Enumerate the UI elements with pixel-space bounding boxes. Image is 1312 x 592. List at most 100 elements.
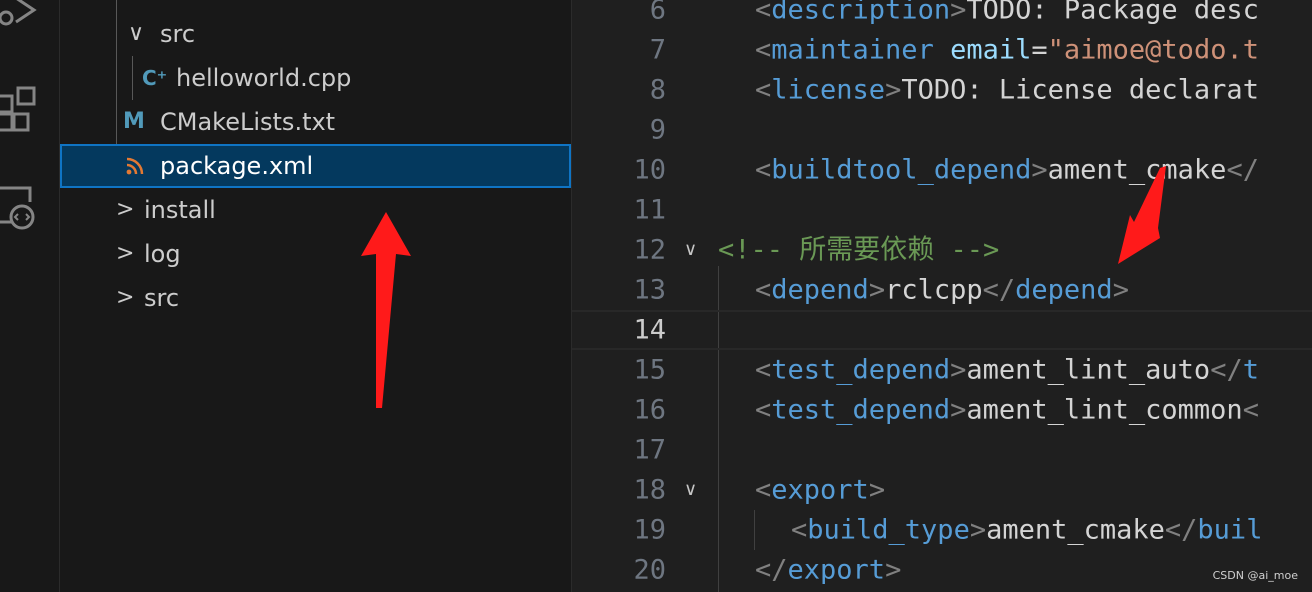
tree-item-package-xml[interactable]: package.xml <box>60 144 571 188</box>
tree-item-label: package.xml <box>160 152 314 180</box>
line-number: 7 <box>649 34 666 66</box>
code-line-6[interactable]: 6 <description>TODO: Package desc <box>572 0 1312 30</box>
code-line-16[interactable]: 16 <test_depend>ament_lint_common< <box>572 390 1312 430</box>
fold-chevron-icon[interactable]: ∨ <box>684 481 697 499</box>
code-line-17[interactable]: 17 <box>572 430 1312 470</box>
watermark: CSDN @ai_moe <box>1212 569 1298 582</box>
code-token: > <box>950 394 967 426</box>
code-token: > <box>885 74 902 106</box>
code-token: > <box>1112 274 1129 306</box>
code-token: > <box>868 474 886 506</box>
chevron-down-icon: ∨ <box>128 21 145 46</box>
code-token: < <box>755 274 772 306</box>
code-token: < <box>755 154 772 186</box>
tree-item-helloworld-cpp[interactable]: C⁺ helloworld.cpp <box>60 56 571 100</box>
code-token: test_depend <box>771 354 951 386</box>
code-line-10[interactable]: 10 <buildtool_depend>ament_cmake</ <box>572 150 1312 190</box>
code-token: < <box>755 0 772 26</box>
code-token: < <box>755 354 772 386</box>
code-token: build_type <box>807 514 970 546</box>
tree-item-label: src <box>144 284 180 312</box>
code-line-15[interactable]: 15 <test_depend>ament_lint_auto</t <box>572 350 1312 390</box>
code-token: description <box>771 0 951 26</box>
tree-item-src-root-folder[interactable]: > src <box>60 276 571 320</box>
code-text: <license>TODO: License declarat <box>755 77 1259 104</box>
code-token: < <box>755 74 772 106</box>
chevron-right-icon: > <box>116 285 135 310</box>
tree-item-label: install <box>144 196 216 224</box>
line-number: 10 <box>633 154 666 186</box>
code-line-19[interactable]: 19 <build_type>ament_cmake</buil <box>572 510 1312 550</box>
code-token: t <box>1242 354 1259 386</box>
line-number: 15 <box>633 354 666 386</box>
code-token: ament_lint_auto <box>966 354 1211 386</box>
code-line-11[interactable]: 11 <box>572 190 1312 230</box>
tree-item-label: src <box>160 20 196 48</box>
code-token: </ <box>1164 514 1198 546</box>
code-text: <buildtool_depend>ament_cmake</ <box>755 157 1259 184</box>
code-token: export <box>771 474 869 506</box>
code-line-13[interactable]: 13 <depend>rclcpp</depend> <box>572 270 1312 310</box>
code-token: buil <box>1197 514 1263 546</box>
code-text: <test_depend>ament_lint_common< <box>755 397 1259 424</box>
line-number: 19 <box>633 514 666 546</box>
run-debug-icon[interactable] <box>0 0 40 34</box>
code-line-12[interactable]: 12 ∨ <!-- 所需要依赖 --> <box>572 230 1312 270</box>
code-token: </ <box>982 274 1016 306</box>
code-text: <depend>rclcpp</depend> <box>755 277 1129 304</box>
code-token: </ <box>755 554 788 586</box>
code-token: ament_lint_common <box>966 394 1243 426</box>
code-token: "aimoe@todo.t <box>1047 34 1259 66</box>
code-line-8[interactable]: 8 <license>TODO: License declarat <box>572 70 1312 110</box>
code-token: < <box>755 34 772 66</box>
code-token: TODO: Package desc <box>966 0 1259 26</box>
code-text: </export> <box>755 557 901 584</box>
line-number: 14 <box>633 314 666 346</box>
tree-item-label: CMakeLists.txt <box>160 108 336 136</box>
code-token: test_depend <box>771 394 951 426</box>
tree-item-cmakelists[interactable]: M CMakeLists.txt <box>60 100 571 144</box>
activity-bar <box>0 0 60 592</box>
code-line-14[interactable]: 14 <box>572 310 1312 350</box>
code-token: < <box>1242 394 1259 426</box>
code-token: email <box>950 34 1032 66</box>
tree-item-label: log <box>144 240 181 268</box>
code-token: buildtool_depend <box>771 154 1032 186</box>
code-token: export <box>787 554 886 586</box>
code-text: <test_depend>ament_lint_auto</t <box>755 357 1259 384</box>
code-token: depend <box>771 274 869 306</box>
code-line-18[interactable]: 18 ∨ <export> <box>572 470 1312 510</box>
code-line-7[interactable]: 7 <maintainer email="aimoe@todo.t <box>572 30 1312 70</box>
line-number: 12 <box>633 234 666 266</box>
remote-explorer-icon[interactable] <box>0 182 40 232</box>
line-number: 11 <box>633 194 666 226</box>
line-number: 17 <box>633 434 666 466</box>
line-number: 16 <box>633 394 666 426</box>
code-token: > <box>868 274 886 306</box>
code-token: </ <box>1226 154 1259 186</box>
fold-chevron-icon[interactable]: ∨ <box>684 241 697 259</box>
code-editor[interactable]: 6 <description>TODO: Package desc 7 <mainta… <box>572 0 1312 592</box>
code-token: TODO: License declarat <box>901 74 1259 106</box>
code-token: ament_cmake <box>1047 154 1227 186</box>
code-token: < <box>755 474 772 506</box>
code-line-9[interactable]: 9 <box>572 110 1312 150</box>
tree-item-install-folder[interactable]: > install <box>60 188 571 232</box>
tree-item-log-folder[interactable]: > log <box>60 232 571 276</box>
code-token: > <box>969 514 987 546</box>
code-text: <build_type>ament_cmake</buil <box>791 517 1262 544</box>
chevron-right-icon: > <box>116 197 135 222</box>
code-line-20[interactable]: 20 </export> <box>572 550 1312 590</box>
cpp-file-icon: C⁺ <box>142 66 168 90</box>
code-text: <maintainer email="aimoe@todo.t <box>755 37 1259 64</box>
rss-icon <box>126 157 144 175</box>
code-token: > <box>885 554 902 586</box>
tree-item-src-folder[interactable]: ∨ src <box>60 12 571 56</box>
tree-item-label: helloworld.cpp <box>176 64 352 92</box>
code-token: </ <box>1210 354 1243 386</box>
line-number: 6 <box>649 0 666 26</box>
line-number: 18 <box>633 474 666 506</box>
code-token: > <box>950 354 967 386</box>
extensions-icon[interactable] <box>0 84 40 134</box>
